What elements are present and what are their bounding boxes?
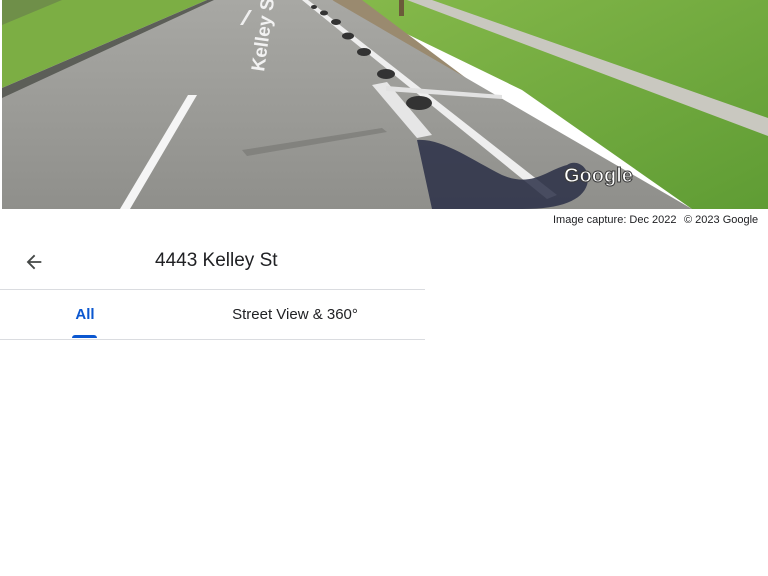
street-view-image[interactable]: Kelley St Google (2, 0, 768, 209)
image-capture-date: Image capture: Dec 2022 (553, 214, 677, 226)
arrow-left-icon (26, 254, 42, 270)
tab-street-view-360[interactable]: Street View & 360° (215, 290, 375, 339)
back-button[interactable] (16, 244, 52, 280)
page-title: 4443 Kelley St (155, 250, 278, 271)
copyright-notice: © 2023 Google (684, 214, 759, 226)
selected-tab-indicator (72, 335, 97, 338)
tab-bar: All Street View & 360° (0, 290, 425, 340)
place-header: 4443 Kelley St (0, 232, 425, 290)
google-watermark: Google (564, 165, 633, 187)
tab-all[interactable]: All (60, 290, 110, 339)
